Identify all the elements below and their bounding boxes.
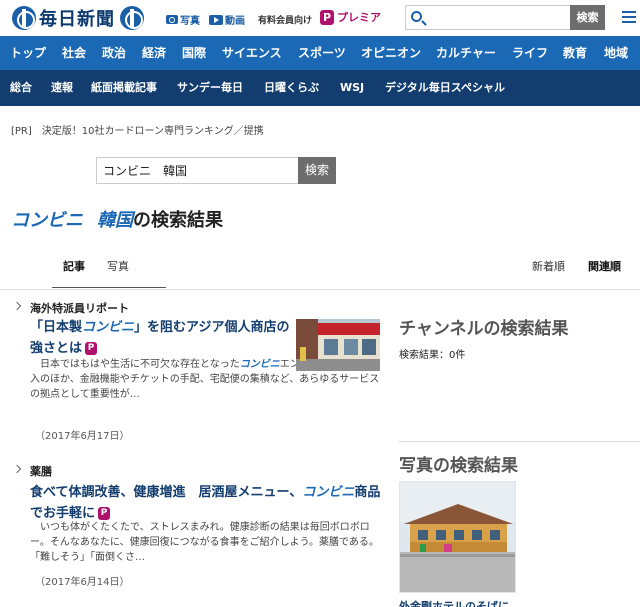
premia-link[interactable]: P プレミア (320, 9, 381, 25)
nav-opinion[interactable]: オピニオン (361, 36, 421, 70)
camera-icon (166, 15, 178, 24)
logo-text: 毎日新聞 (39, 9, 115, 30)
chevron-right-icon (12, 301, 22, 311)
nav-politics[interactable]: 政治 (102, 36, 126, 70)
nav-region[interactable]: 地域 (604, 36, 628, 70)
mainichi-logo-mark-icon (120, 6, 144, 30)
mainichi-logo-mark-icon (12, 6, 36, 30)
premium-p-icon: P (320, 9, 334, 25)
article-category[interactable]: 海外特派員リポート (30, 300, 129, 316)
article-title-text: 「日本製 (30, 320, 83, 335)
nav-education[interactable]: 教育 (563, 36, 587, 70)
main-search-input[interactable] (103, 161, 293, 180)
main-search-button[interactable]: 検索 (298, 157, 336, 184)
channel-results-count: 検索結果：0件 (399, 350, 466, 361)
active-tab-underline (52, 287, 166, 288)
nav2-print-articles[interactable]: 紙面掲載記事 (91, 70, 157, 106)
article-title-text: 食べて体調改善、健康増進 居酒屋メニュー、 (30, 485, 303, 500)
video-link[interactable]: 動画 (209, 12, 245, 27)
nav-sports[interactable]: スポーツ (298, 36, 346, 70)
photo-results-heading: 写真の検索結果 (399, 456, 518, 476)
member-label: 有料会員向け (258, 16, 313, 26)
right-divider (399, 441, 640, 442)
nav2-wsj[interactable]: WSJ (340, 70, 364, 106)
main-search: 検索 (96, 157, 336, 184)
photo-result-caption[interactable]: 外金剛ホテルのそばに (399, 598, 509, 607)
secondary-nav: 総合 速報 紙面掲載記事 サンデー毎日 日曜くらぶ WSJ デジタル毎日スペシャ… (0, 70, 640, 106)
tab-photos[interactable]: 写真 (107, 258, 129, 274)
chevron-right-icon (12, 464, 22, 474)
article-date: （2017年6月14日） (35, 577, 130, 588)
nav2-digital-special[interactable]: デジタル毎日スペシャル (385, 70, 505, 106)
header-search: 検索 (405, 5, 605, 30)
nav2-nichiyo-club[interactable]: 日曜くらぶ (264, 70, 319, 106)
nav-top[interactable]: トップ (10, 36, 46, 70)
snippet-highlight: コンビニ (239, 359, 280, 370)
sort-newest[interactable]: 新着順 (532, 258, 565, 274)
photos-link-label: 写真 (180, 16, 200, 27)
hamburger-menu-icon[interactable] (622, 11, 636, 25)
article-title-link[interactable]: 「日本製コンビニ」を阻むアジア個人商店の強さとは P (30, 317, 300, 359)
article-thumbnail[interactable] (296, 319, 380, 371)
premia-label: プレミア (337, 11, 381, 24)
channel-results-heading: チャンネルの検索結果 (399, 319, 569, 339)
photos-link[interactable]: 写真 (166, 12, 200, 27)
search-icon (411, 11, 422, 22)
snippet-text: いつも体がくたくたで、ストレスまみれ。健康診断の結果は毎回ボロボロー。そんなあな… (30, 522, 379, 563)
title-keyword-1: コンビニ (11, 210, 83, 231)
nav2-sunday-mainichi[interactable]: サンデー毎日 (177, 70, 243, 106)
header-search-button[interactable]: 検索 (570, 5, 605, 30)
hotel-photo-icon (400, 482, 515, 592)
title-suffix: の検索結果 (133, 210, 223, 231)
nav2-breaking[interactable]: 速報 (51, 70, 73, 106)
header-search-input[interactable] (428, 8, 568, 27)
nav-life[interactable]: ライフ (512, 36, 548, 70)
primary-nav: トップ 社会 政治 経済 国際 サイエンス スポーツ オピニオン カルチャー ラ… (0, 36, 640, 70)
nav2-general[interactable]: 総合 (10, 70, 32, 106)
pr-ad-link[interactable]: [PR] 決定版！10社カードローン専門ランキング／提携 (11, 122, 264, 137)
nav-society[interactable]: 社会 (62, 36, 86, 70)
tabs-divider (0, 289, 640, 290)
premium-p-icon: P (98, 507, 111, 520)
article-category[interactable]: 薬膳 (30, 463, 52, 479)
sort-relevance[interactable]: 関連順 (588, 258, 621, 274)
premium-p-icon: P (85, 342, 98, 355)
article-date: （2017年6月17日） (35, 431, 130, 442)
article-title-highlight: コンビニ (302, 485, 355, 500)
snippet-text: 日本ではもはや生活に不可欠な存在となった (40, 359, 240, 370)
mainichi-logo[interactable]: 毎日新聞 (12, 5, 144, 31)
page-title: コンビニ 韓国の検索結果 (11, 206, 223, 232)
article-title-highlight: コンビニ (82, 320, 135, 335)
nav-economy[interactable]: 経済 (142, 36, 166, 70)
article-snippet: いつも体がくたくたで、ストレスまみれ。健康診断の結果は毎回ボロボロー。そんなあな… (30, 520, 385, 565)
top-header: 毎日新聞 写真 動画 有料会員向け P プレミア 検索 (0, 0, 640, 36)
title-keyword-2: 韓国 (97, 210, 133, 231)
result-tabs: 記事 写真 新着順 関連順 (0, 251, 640, 291)
storefront-photo-icon (296, 319, 380, 371)
nav-science[interactable]: サイエンス (222, 36, 282, 70)
tab-articles[interactable]: 記事 (63, 258, 85, 274)
video-play-icon (209, 14, 223, 25)
article-title-link[interactable]: 食べて体調改善、健康増進 居酒屋メニュー、コンビニ商品でお手軽に P (30, 482, 390, 524)
photo-result-thumbnail[interactable] (399, 481, 516, 593)
nav-culture[interactable]: カルチャー (436, 36, 496, 70)
nav-international[interactable]: 国際 (182, 36, 206, 70)
video-link-label: 動画 (225, 16, 245, 27)
